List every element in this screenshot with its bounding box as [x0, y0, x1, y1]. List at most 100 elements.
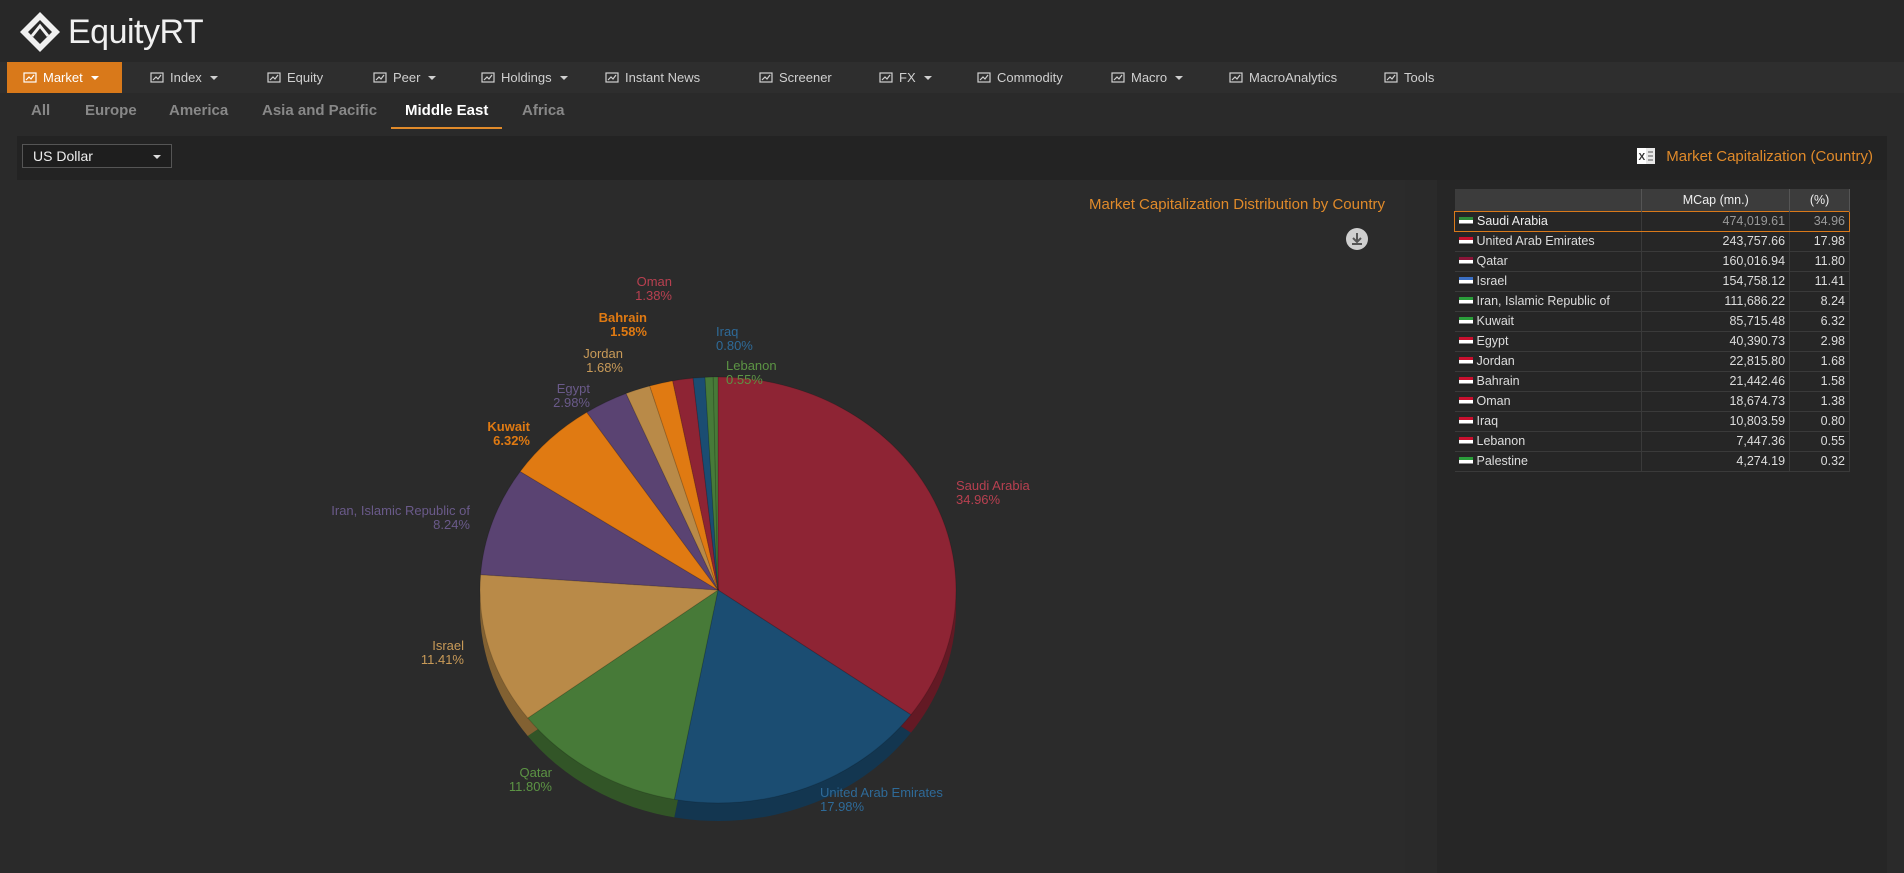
chevron-down-icon [923, 75, 932, 80]
flag-icon [1458, 237, 1473, 247]
mcap-cell: 18,674.73 [1641, 391, 1791, 412]
top-bar: EquityRT [0, 0, 1904, 62]
chart-panel: Market Capitalization Distribution by Co… [30, 180, 1405, 873]
country-cell: Jordan [1454, 351, 1643, 372]
country-name: Saudi Arabia [1477, 214, 1548, 228]
document-icon [977, 71, 991, 83]
menu-screener[interactable]: Screener [759, 62, 832, 93]
screener-icon [759, 71, 773, 83]
mcap-cell: 85,715.48 [1641, 311, 1791, 332]
chevron-down-icon [559, 75, 568, 80]
table-row[interactable]: Iran, Islamic Republic of 111,686.22 8.24 [1454, 291, 1850, 312]
chart-toolbar: US Dollar X Market Capitalization (Count… [17, 136, 1887, 180]
country-name: Bahrain [1476, 374, 1520, 388]
table-row[interactable]: United Arab Emirates 243,757.66 17.98 [1454, 231, 1850, 252]
menu-index[interactable]: Index [150, 62, 218, 93]
table-row[interactable]: Saudi Arabia 474,019.61 34.96 [1453, 210, 1850, 232]
table-row[interactable]: Palestine 4,274.19 0.32 [1454, 451, 1850, 472]
mcap-cell: 243,757.66 [1641, 231, 1791, 252]
main-menu: Market Index Equity Peer Holdings Instant New… [0, 62, 1904, 93]
export-excel-link[interactable]: X Market Capitalization (Country) [1636, 146, 1873, 166]
flag-icon [1458, 377, 1473, 387]
mcap-cell: 154,758.12 [1641, 271, 1791, 292]
menu-peer[interactable]: Peer [373, 62, 437, 93]
country-cell: Lebanon [1454, 431, 1643, 452]
table-header-row: MCap (mn.) (%) [1454, 189, 1850, 211]
pct-cell: 6.32 [1789, 311, 1850, 332]
country-cell: Saudi Arabia [1453, 210, 1643, 232]
country-name: Israel [1476, 274, 1508, 288]
tab-africa[interactable]: Africa [522, 93, 565, 129]
menu-tools[interactable]: Tools [1384, 62, 1434, 93]
tab-europe[interactable]: Europe [85, 93, 137, 129]
flag-icon [1458, 397, 1473, 407]
currency-select[interactable]: US Dollar [22, 144, 172, 168]
table-row[interactable]: Iraq 10,803.59 0.80 [1454, 411, 1850, 432]
mcap-cell: 10,803.59 [1641, 411, 1791, 432]
menu-macro[interactable]: Macro [1111, 62, 1184, 93]
mcap-cell: 111,686.22 [1641, 291, 1791, 312]
menu-label: MacroAnalytics [1249, 70, 1338, 85]
pct-cell: 17.98 [1789, 231, 1850, 252]
flag-icon [1458, 257, 1473, 267]
pct-cell: 11.41 [1789, 271, 1850, 292]
menu-holdings[interactable]: Holdings [481, 62, 568, 93]
pct-cell: 1.68 [1789, 351, 1850, 372]
menu-label: Commodity [997, 70, 1063, 85]
country-name: United Arab Emirates [1476, 234, 1595, 248]
country-name: Oman [1476, 394, 1511, 408]
chevron-down-icon [209, 75, 218, 80]
col-pct-header[interactable]: (%) [1789, 189, 1850, 211]
table-row[interactable]: Oman 18,674.73 1.38 [1454, 391, 1850, 412]
table-row[interactable]: Lebanon 7,447.36 0.55 [1454, 431, 1850, 452]
menu-label: Equity [287, 70, 324, 85]
table-row[interactable]: Kuwait 85,715.48 6.32 [1454, 311, 1850, 332]
table-row[interactable]: Jordan 22,815.80 1.68 [1454, 351, 1850, 372]
mcap-table-panel: MCap (mn.) (%) Saudi Arabia 474,019.61 34.… [1437, 180, 1887, 873]
globe-icon [1111, 71, 1125, 83]
flag-icon [1459, 217, 1473, 227]
tab-middle-east[interactable]: Middle East [391, 93, 503, 129]
tab-all[interactable]: All [31, 93, 50, 129]
menu-label: Tools [1404, 70, 1435, 85]
menu-fx[interactable]: FX [879, 62, 932, 93]
tab-america[interactable]: America [169, 93, 228, 129]
country-name: Iran, Islamic Republic of [1476, 294, 1610, 308]
download-icon [1352, 233, 1362, 245]
country-name: Kuwait [1476, 314, 1515, 328]
menu-commodity[interactable]: Commodity [977, 62, 1063, 93]
flag-icon [1458, 277, 1473, 287]
chevron-down-icon [153, 155, 161, 159]
table-row[interactable]: Egypt 40,390.73 2.98 [1454, 331, 1850, 352]
menu-instant-news[interactable]: Instant News [605, 62, 700, 93]
gears-icon [1384, 71, 1398, 83]
mcap-cell: 40,390.73 [1641, 331, 1791, 352]
menu-label: Holdings [501, 70, 552, 85]
app-name: EquityRT [68, 12, 204, 51]
chevron-down-icon [428, 75, 437, 80]
table-row[interactable]: Israel 154,758.12 11.41 [1454, 271, 1850, 292]
bar-chart-icon [267, 71, 281, 83]
menu-equity[interactable]: Equity [267, 62, 323, 93]
download-chart-button[interactable] [1346, 228, 1368, 250]
chevron-down-icon [1175, 75, 1184, 80]
app-logo[interactable]: EquityRT [18, 10, 204, 54]
chevron-down-icon [90, 75, 99, 80]
mcap-cell: 21,442.46 [1641, 371, 1791, 392]
flag-icon [1458, 357, 1473, 367]
monitor-icon [1229, 71, 1243, 83]
table-row[interactable]: Qatar 160,016.94 11.80 [1454, 251, 1850, 272]
country-name: Jordan [1476, 354, 1515, 368]
pct-cell: 1.58 [1789, 371, 1850, 392]
flag-icon [1458, 297, 1473, 307]
table-row[interactable]: Bahrain 21,442.46 1.58 [1454, 371, 1850, 392]
tab-asia-and-pacific[interactable]: Asia and Pacific [262, 93, 377, 129]
pct-cell: 2.98 [1789, 331, 1850, 352]
col-mcap-header[interactable]: MCap (mn.) [1641, 189, 1791, 211]
menu-market[interactable]: Market [7, 62, 122, 93]
menu-label: Index [170, 70, 202, 85]
country-cell: Oman [1454, 391, 1643, 412]
chart-icon [23, 71, 37, 83]
menu-macroanalytics[interactable]: MacroAnalytics [1229, 62, 1337, 93]
country-cell: Iraq [1454, 411, 1643, 432]
